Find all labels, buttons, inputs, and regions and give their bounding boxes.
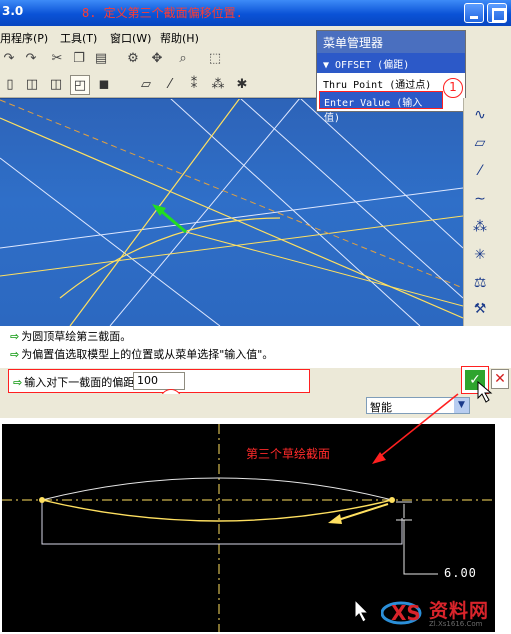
watermark-logo-icon: XS [381,601,422,625]
mouse-cursor-icon [477,380,493,403]
svg-text:XS: XS [391,601,421,625]
mouse-cursor-icon [354,598,370,623]
watermark: XS 资料网 Zl.Xs1616.Com [381,594,507,632]
dimension-value: 6.00 [444,566,477,580]
annotation-arrow [354,380,493,623]
sketch-section-label: 第三个草绘截面 [246,447,331,461]
watermark-brand: 资料网 [429,600,490,622]
watermark-url: Zl.Xs1616.Com [429,620,483,628]
